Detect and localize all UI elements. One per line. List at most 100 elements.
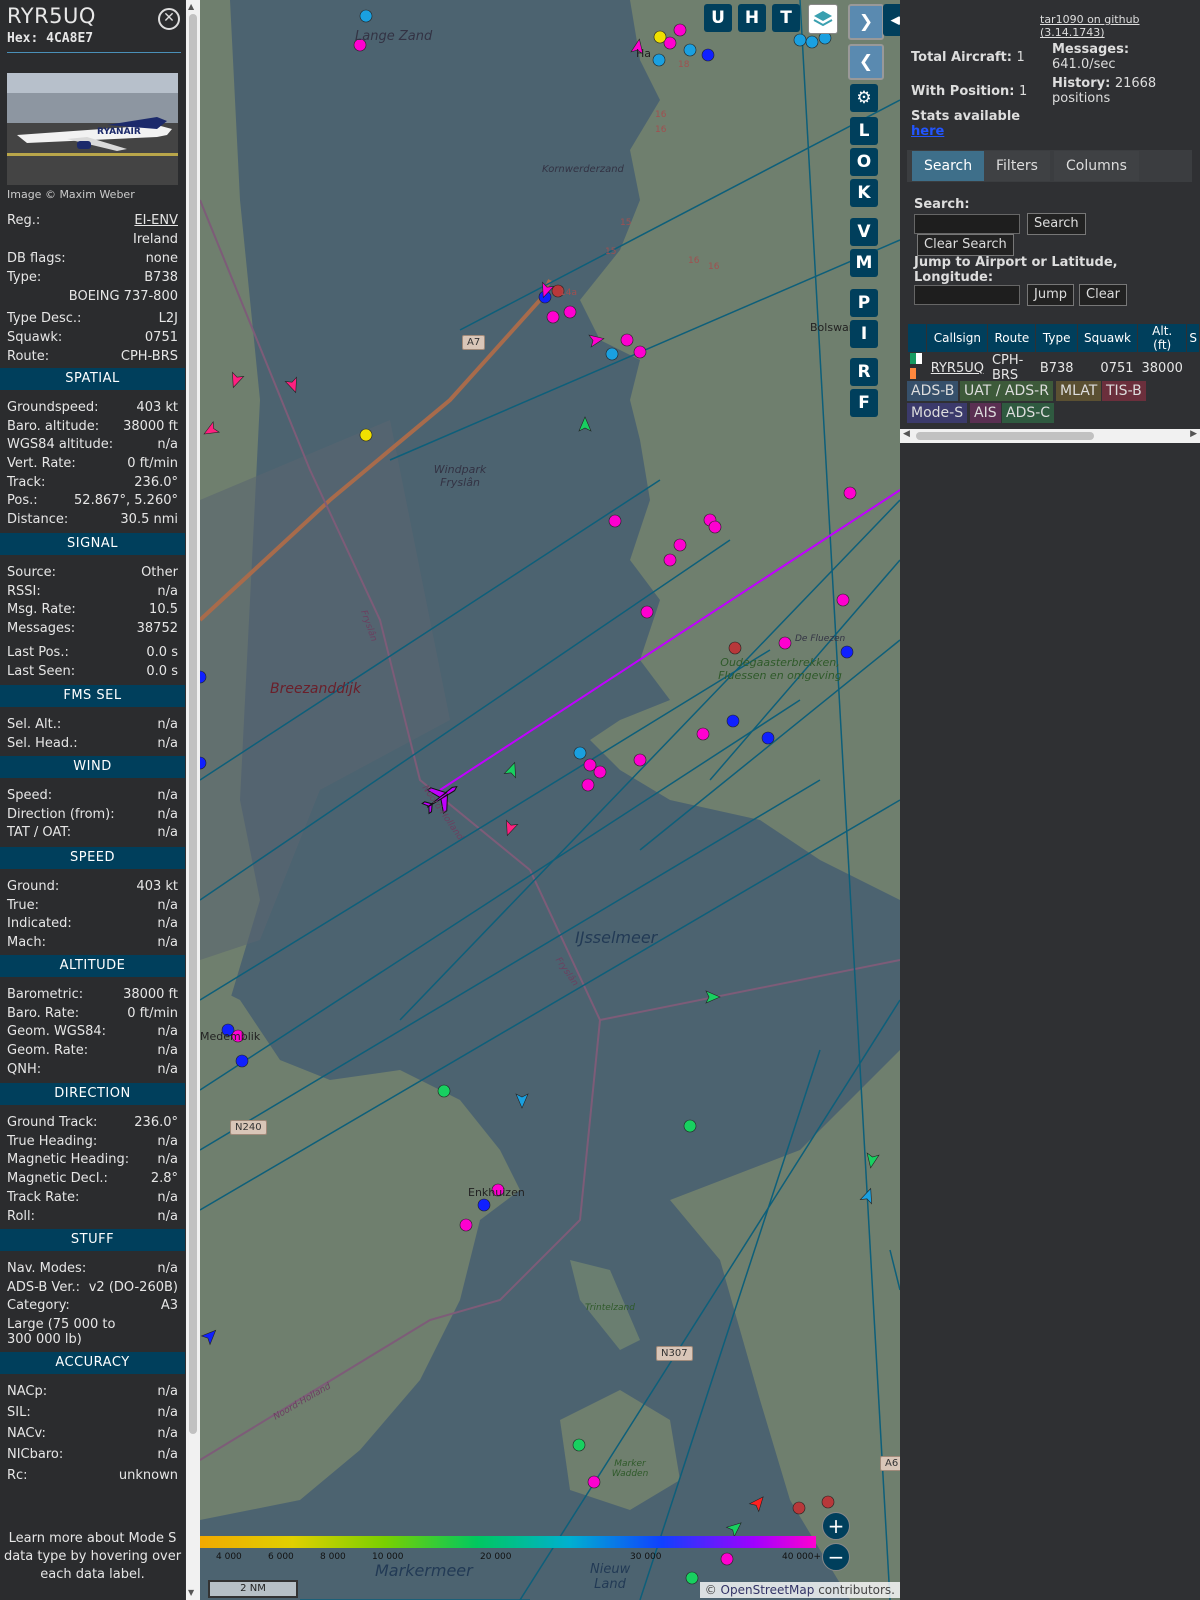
- map-canvas[interactable]: [200, 0, 900, 1600]
- source-chip[interactable]: AIS: [970, 403, 1001, 423]
- map-toggle-f-button[interactable]: F: [850, 389, 878, 417]
- jump-button[interactable]: Jump: [1027, 284, 1074, 306]
- source-chip[interactable]: ADS-C: [1002, 403, 1055, 423]
- detail-value[interactable]: EI-ENV: [134, 213, 178, 228]
- collapse-panel-icon[interactable]: ❮: [848, 44, 884, 80]
- detail-value: unknown: [118, 1468, 178, 1483]
- aircraft-callsign: RYR5UQ: [7, 4, 96, 28]
- detail-value: n/a: [157, 1043, 178, 1058]
- section-header-stuff: STUFF: [0, 1229, 185, 1251]
- detail-label: Indicated:: [7, 916, 72, 931]
- detail-label: Nav. Modes:: [7, 1261, 87, 1276]
- source-chip[interactable]: MLAT: [1056, 381, 1102, 401]
- altitude-scale-label: 40 000+: [782, 1552, 822, 1562]
- toggle-u-button[interactable]: U: [704, 4, 732, 32]
- column-header[interactable]: Route: [987, 323, 1037, 353]
- map-toggle-m-button[interactable]: M: [850, 249, 878, 277]
- settings-gear-icon[interactable]: ⚙: [850, 84, 878, 112]
- github-link[interactable]: tar1090 on github (3.14.1743): [1040, 13, 1200, 39]
- source-chip[interactable]: UAT / ADS-R: [960, 381, 1053, 401]
- jump-input[interactable]: [914, 285, 1020, 305]
- aircraft-table: Callsign Route Type Squawk Alt. (ft) S RYR5UQ…: [906, 323, 1200, 384]
- source-chip[interactable]: Mode-S: [907, 403, 968, 423]
- map-toggle-k-button[interactable]: K: [850, 179, 878, 207]
- source-chip[interactable]: TIS-B: [1102, 381, 1146, 401]
- detail-value: n/a: [157, 1152, 178, 1167]
- sidebar-scrollbar[interactable]: ▲ ▼: [186, 0, 200, 1600]
- map-toggle-o-button[interactable]: O: [850, 148, 878, 176]
- tab-search[interactable]: Search: [912, 151, 985, 181]
- toggle-h-button[interactable]: H: [738, 4, 766, 32]
- aircraft-marker: [572, 1438, 586, 1452]
- layers-icon[interactable]: [808, 4, 838, 34]
- detail-label: Sel. Alt.:: [7, 717, 62, 732]
- aircraft-marker: [696, 727, 710, 741]
- detail-value: n/a: [157, 1384, 178, 1399]
- close-icon[interactable]: ✕: [158, 8, 180, 30]
- cell-callsign[interactable]: RYR5UQ: [927, 353, 988, 384]
- source-chip[interactable]: ADS-B: [907, 381, 959, 401]
- column-header[interactable]: S: [1186, 323, 1200, 353]
- with-position-label: With Position:: [911, 84, 1015, 99]
- map-toggle-i-button[interactable]: I: [850, 320, 878, 348]
- map-view[interactable]: Lange Zand Kornwerderzand Windpark Frysl…: [200, 0, 900, 1600]
- map-toggle-r-button[interactable]: R: [850, 358, 878, 386]
- column-header[interactable]: Type: [1035, 323, 1079, 353]
- detail-row: Type Desc.: L2J: [7, 311, 178, 329]
- detail-row: Ireland: [7, 232, 178, 250]
- aircraft-marker: [843, 486, 857, 500]
- road-number: 16: [688, 256, 700, 266]
- clear-button[interactable]: Clear: [1079, 284, 1127, 306]
- detail-row: Sel. Head.: n/a: [7, 736, 178, 754]
- section-header-fms: FMS SEL: [0, 685, 185, 707]
- map-toggle-l-button[interactable]: L: [850, 117, 878, 145]
- table-header-row: Callsign Route Type Squawk Alt. (ft) S: [906, 323, 1200, 353]
- detail-row: QNH: n/a: [7, 1062, 178, 1080]
- search-button[interactable]: Search: [1027, 213, 1086, 235]
- aircraft-marker: [477, 1198, 491, 1212]
- map-label: Oudegaasterbrekken, Fluessen en omgeving: [718, 656, 842, 682]
- detail-row: Speed: n/a: [7, 788, 178, 806]
- detail-value: BOEING 737-800: [68, 289, 178, 304]
- detail-label: NACv:: [7, 1426, 46, 1441]
- toggle-t-button[interactable]: T: [772, 4, 800, 32]
- detail-row: Geom. Rate: n/a: [7, 1043, 178, 1061]
- detail-row: Route: CPH-BRS: [7, 349, 178, 367]
- detail-label: Messages:: [7, 621, 76, 636]
- column-header[interactable]: Callsign: [926, 323, 989, 353]
- detail-label: Route:: [7, 349, 50, 364]
- aircraft-marker: [673, 23, 687, 37]
- messages-stat: Messages: 641.0/sec: [1052, 42, 1192, 72]
- altitude-scale-label: 30 000: [630, 1552, 662, 1562]
- map-attribution: © OpenStreetMap contributors.: [699, 1582, 900, 1598]
- osm-link[interactable]: OpenStreetMap: [721, 1583, 815, 1597]
- scrollbar-thumb[interactable]: [189, 14, 197, 1434]
- detail-label: Barometric:: [7, 987, 84, 1002]
- detail-label: Baro. Rate:: [7, 1006, 80, 1021]
- aircraft-marker: [653, 30, 667, 44]
- expand-panel-icon[interactable]: ❯: [848, 4, 884, 40]
- map-toggle-v-button[interactable]: V: [850, 218, 878, 246]
- zoom-out-icon[interactable]: −: [822, 1543, 850, 1571]
- detail-row: ADS-B Ver.: v2 (DO-260B): [7, 1280, 178, 1298]
- map-toggle-p-button[interactable]: P: [850, 289, 878, 317]
- tab-filters[interactable]: Filters: [984, 151, 1050, 181]
- zoom-in-icon[interactable]: +: [822, 1512, 850, 1540]
- tab-columns[interactable]: Columns: [1054, 151, 1139, 181]
- detail-row: Indicated: n/a: [7, 916, 178, 934]
- detail-row: Category: A3: [7, 1298, 178, 1316]
- column-header[interactable]: Alt. (ft): [1137, 323, 1188, 353]
- column-header[interactable]: [906, 323, 928, 353]
- table-row[interactable]: RYR5UQ CPH-BRS B738 0751 38000: [908, 353, 1200, 384]
- detail-label: Track:: [7, 475, 46, 490]
- aircraft-photo[interactable]: RYANAIR: [7, 73, 178, 185]
- detail-row: Magnetic Heading: n/a: [7, 1152, 178, 1170]
- search-input[interactable]: [914, 214, 1020, 234]
- table-horizontal-scrollbar[interactable]: ▶ ◀: [900, 429, 1200, 443]
- toggle-sidebar-icon[interactable]: ◂▸: [883, 4, 900, 36]
- clear-search-button[interactable]: Clear Search: [917, 234, 1014, 256]
- scrollbar-thumb[interactable]: [916, 432, 1094, 440]
- column-header[interactable]: Squawk: [1077, 323, 1139, 353]
- stats-here-link[interactable]: here: [911, 124, 1020, 139]
- aircraft-marker: [708, 520, 722, 534]
